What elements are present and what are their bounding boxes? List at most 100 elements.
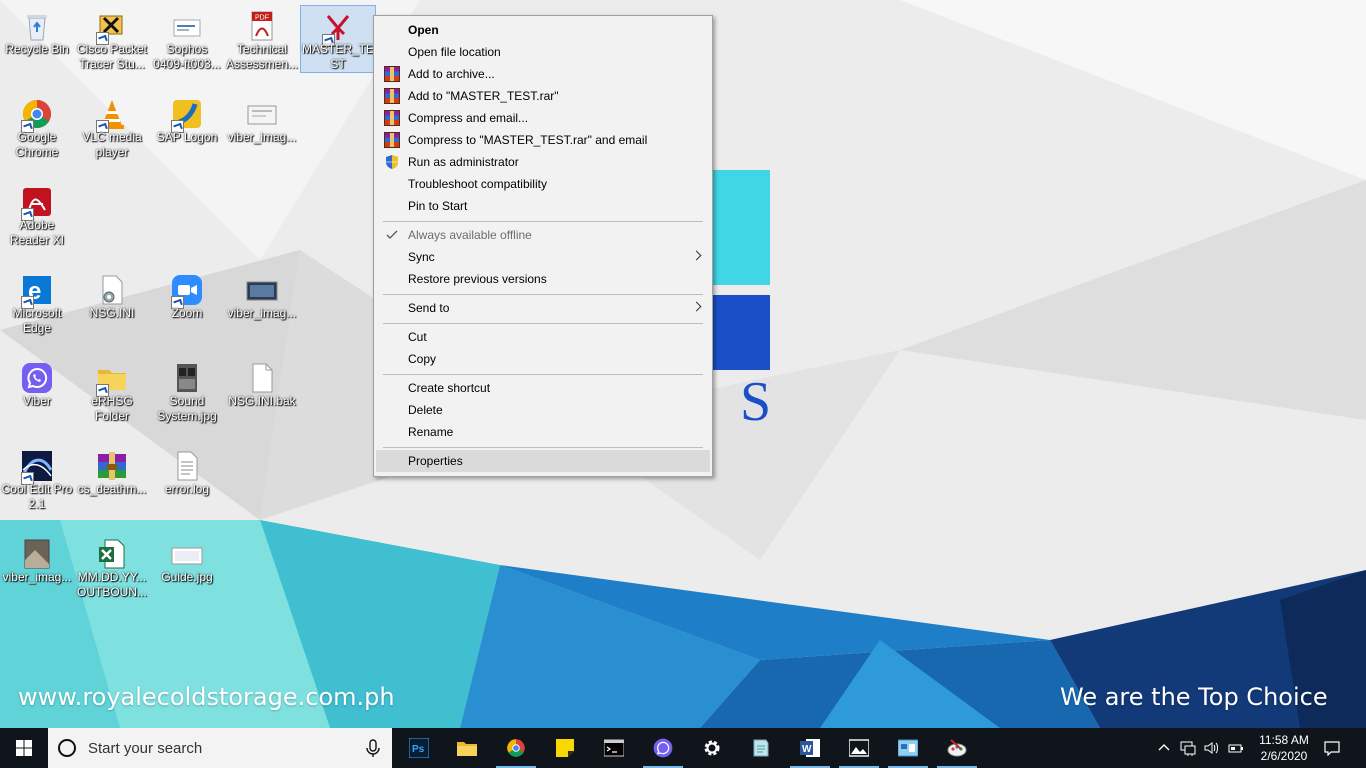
taskbar-search-box[interactable]: Start your search	[48, 728, 392, 768]
taskbar-app-paint[interactable]	[933, 728, 981, 768]
taskbar-clock[interactable]: 11:58 AM 2/6/2020	[1254, 732, 1314, 764]
desktop-icon-viber[interactable]: Viber	[0, 356, 74, 440]
desktop-icon-label: Microsoft Edge	[12, 306, 62, 335]
excel-file-icon	[99, 539, 125, 569]
desktop-icon-nsg-ini-bak[interactable]: NSG.INI.bak	[225, 356, 299, 440]
desktop-icon-label: viber_imag...	[2, 570, 72, 584]
menu-item-label: Run as administrator	[408, 155, 519, 169]
desktop-icon-cs-deathmatch[interactable]: cs_deathm...	[75, 444, 149, 528]
menu-item-rename[interactable]: Rename	[376, 421, 710, 443]
network-icon[interactable]	[1180, 740, 1196, 756]
desktop-icon-sophos[interactable]: Sophos 0409-ft003...	[150, 4, 224, 88]
image-file-icon	[171, 547, 203, 565]
image-file-icon	[247, 105, 277, 125]
uac-shield-icon	[386, 155, 398, 169]
svg-text:Ps: Ps	[412, 744, 425, 755]
desktop-icon-mm-dd-yy-outbound[interactable]: MM.DD.YY... OUTBOUN...	[75, 532, 149, 616]
desktop-icon-label: Google Chrome	[15, 130, 59, 159]
menu-separator	[383, 323, 703, 324]
photos-icon	[849, 739, 869, 757]
taskbar-app-word[interactable]: W	[786, 728, 834, 768]
desktop-icon-technical-assessment[interactable]: PDF Technical Assessmen...	[225, 4, 299, 88]
svg-text:W: W	[802, 744, 812, 755]
desktop-icon-google-chrome[interactable]: Google Chrome	[0, 92, 74, 176]
menu-item-open-file-location[interactable]: Open file location	[376, 41, 710, 63]
menu-item-run-as-administrator[interactable]: Run as administrator	[376, 151, 710, 173]
notification-center-icon[interactable]	[1324, 740, 1340, 756]
desktop-icon-error-log[interactable]: error.log	[150, 444, 224, 528]
desktop-icon-recycle-bin[interactable]: Recycle Bin	[0, 4, 74, 88]
desktop-icon-master-test[interactable]: MASTER_TEST	[300, 5, 376, 73]
document-icon	[173, 19, 201, 37]
start-button[interactable]	[0, 728, 48, 768]
menu-item-sync[interactable]: Sync	[376, 246, 710, 268]
desktop-icon-vlc[interactable]: VLC media player	[75, 92, 149, 176]
menu-item-compress-to-rar-and-email[interactable]: Compress to "MASTER_TEST.rar" and email	[376, 129, 710, 151]
desktop-icon-microsoft-edge[interactable]: e Microsoft Edge	[0, 268, 74, 352]
menu-separator	[383, 221, 703, 222]
desktop-icon-sap-logon[interactable]: SAP Logon	[150, 92, 224, 176]
taskbar-app-command-prompt[interactable]	[590, 728, 638, 768]
menu-item-troubleshoot-compatibility[interactable]: Troubleshoot compatibility	[376, 173, 710, 195]
desktop-icon-label: MASTER_TEST	[301, 42, 374, 71]
menu-item-label: Cut	[408, 330, 427, 344]
menu-item-restore-previous-versions[interactable]: Restore previous versions	[376, 268, 710, 290]
recycle-bin-icon	[27, 15, 47, 41]
image-file-icon	[177, 364, 197, 392]
menu-item-compress-and-email[interactable]: Compress and email...	[376, 107, 710, 129]
taskbar-app-control-panel[interactable]	[884, 728, 932, 768]
microphone-icon[interactable]	[364, 739, 382, 757]
taskbar-app-photos[interactable]	[835, 728, 883, 768]
taskbar-app-photoshop[interactable]: Ps	[395, 728, 443, 768]
viber-icon	[653, 738, 673, 758]
desktop-icon-viber-image-2[interactable]: viber_imag...	[225, 268, 299, 352]
desktop-icon-label: Cisco Packet Tracer Stu...	[76, 42, 148, 71]
desktop-icon-zoom[interactable]: Zoom	[150, 268, 224, 352]
menu-item-cut[interactable]: Cut	[376, 326, 710, 348]
volume-icon[interactable]	[1204, 740, 1220, 756]
taskbar-app-chrome[interactable]	[492, 728, 540, 768]
battery-icon[interactable]	[1228, 740, 1244, 756]
file-explorer-icon	[457, 742, 477, 756]
submenu-arrow-icon	[691, 301, 702, 312]
taskbar-app-sticky-notes[interactable]	[541, 728, 589, 768]
desktop-icon-label: viber_imag...	[227, 306, 297, 320]
desktop-icon-adobe-reader[interactable]: Adobe Reader XI	[0, 180, 74, 264]
taskbar-app-notepad[interactable]	[737, 728, 785, 768]
cortana-icon	[58, 739, 76, 757]
menu-item-properties[interactable]: Properties	[376, 450, 710, 472]
viber-icon	[22, 363, 52, 393]
taskbar-app-file-explorer[interactable]	[443, 728, 491, 768]
desktop[interactable]: S www.royalecoldstorage.com.ph We are th…	[0, 0, 1366, 728]
menu-item-always-available-offline[interactable]: Always available offline	[376, 224, 710, 246]
search-placeholder: Start your search	[88, 740, 203, 757]
menu-item-copy[interactable]: Copy	[376, 348, 710, 370]
chevron-up-icon[interactable]	[1156, 740, 1172, 756]
menu-item-send-to[interactable]: Send to	[376, 297, 710, 319]
paint-icon	[947, 739, 967, 757]
context-menu: Open Open file location Add to archive..…	[373, 15, 713, 477]
menu-item-create-shortcut[interactable]: Create shortcut	[376, 377, 710, 399]
desktop-icon-erhsg-folder[interactable]: eRHSG Folder	[75, 356, 149, 440]
desktop-icon-nsg-ini[interactable]: NSG.INI	[75, 268, 149, 352]
taskbar-app-settings[interactable]	[688, 728, 736, 768]
menu-item-pin-to-start[interactable]: Pin to Start	[376, 195, 710, 217]
desktop-icon-viber-image-3[interactable]: viber_imag...	[0, 532, 74, 616]
desktop-icon-cool-edit-pro[interactable]: Cool Edit Pro 2.1	[0, 444, 74, 528]
menu-item-add-to-rar[interactable]: Add to "MASTER_TEST.rar"	[376, 85, 710, 107]
desktop-icon-sound-system[interactable]: Sound System.jpg	[150, 356, 224, 440]
desktop-icon-viber-image-1[interactable]: viber_imag...	[225, 92, 299, 176]
blank-file-icon	[252, 363, 273, 393]
menu-item-open[interactable]: Open	[376, 19, 710, 41]
desktop-icon-cisco-packet-tracer[interactable]: Cisco Packet Tracer Stu...	[75, 4, 149, 88]
desktop-icon-label: viber_imag...	[227, 130, 297, 144]
desktop-icon-label: error.log	[164, 482, 210, 496]
menu-item-label: Restore previous versions	[408, 272, 547, 286]
taskbar-app-viber[interactable]	[639, 728, 687, 768]
photoshop-icon: Ps	[409, 738, 429, 758]
desktop-icon-guide-jpg[interactable]: Guide.jpg	[150, 532, 224, 616]
menu-item-delete[interactable]: Delete	[376, 399, 710, 421]
menu-item-add-to-archive[interactable]: Add to archive...	[376, 63, 710, 85]
chrome-icon	[507, 739, 525, 757]
control-panel-icon	[898, 739, 918, 757]
